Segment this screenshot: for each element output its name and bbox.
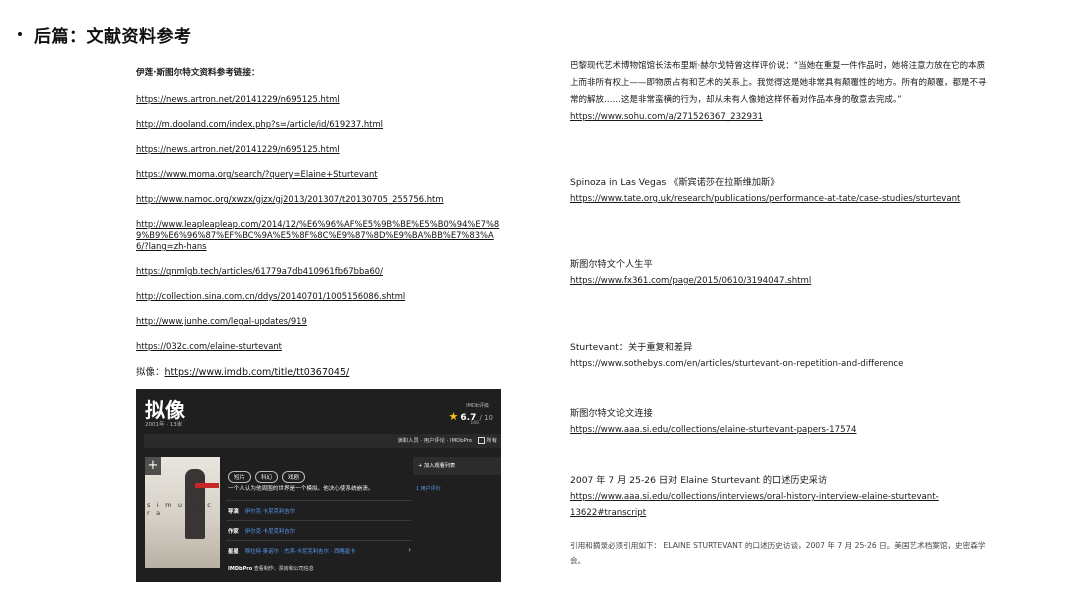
reference-link[interactable]: https://news.artron.net/20141229/n695125… (136, 144, 506, 155)
genre-chip[interactable]: 短片 (228, 471, 252, 483)
quote-text: 巴黎现代艺术博物馆馆长法布里斯·赫尔戈特曾这样评价说：“当她在重复一件作品时，她… (570, 61, 987, 105)
plot-summary: 一个人认为他周围的世界是一个模拟。他决心使系统崩溃。 (228, 486, 374, 492)
imdb-movie-title: 拟像 (145, 398, 185, 422)
watchlist-button[interactable]: + 加入观看列表 (413, 457, 501, 475)
papers-link[interactable]: https://www.aaa.si.edu/collections/elain… (570, 422, 990, 438)
imdb-rating-max: / 10 (479, 414, 494, 422)
imdb-reference: 拟像：https://www.imdb.com/title/tt0367045/ (136, 364, 506, 378)
chevron-right-icon[interactable]: › (408, 546, 411, 554)
citation-text: 引用和摘录必须引用如下： ELAINE STURTEVANT 的口述历史访谈，2… (570, 541, 986, 565)
star-icon: ★ (448, 410, 459, 423)
left-heading: 伊莲·斯图尔特文资料参考链接： (136, 68, 260, 78)
reference-link[interactable]: http://www.namoc.org/xwzx/gjzx/gj2013/20… (136, 194, 506, 205)
crew-row-director[interactable]: 导演 伊尔克·卡尼克利吉尔 (226, 500, 411, 515)
sothebys-block: Sturtevant：关于重复和差异 https://www.sothebys.… (570, 340, 990, 372)
add-icon[interactable]: + (145, 457, 161, 475)
page-title-text: 后篇：文献资料参考 (34, 27, 192, 47)
grid-icon (477, 437, 485, 444)
imdb-nav-links[interactable]: 演职人员 · 用户评论 · IMDbPro (398, 438, 472, 444)
reference-link[interactable]: https://news.artron.net/20141229/n695125… (136, 94, 506, 105)
crew-row-stars[interactable]: 星星 穆拉特·奥诺尔 · 杰滨·卡尼克利吉尔 · 西略星卡 › (226, 540, 411, 555)
genre-list: 短片 科幻 戏剧 (228, 464, 309, 483)
reference-link[interactable]: http://m.dooland.com/index.php?s=/articl… (136, 119, 506, 130)
imdb-rating-label: IMDb评级 (466, 403, 489, 409)
crew-names[interactable]: 伊尔克·卡尼克利吉尔 (245, 509, 295, 515)
crew-role: 导演 (228, 509, 239, 515)
user-reviews-link[interactable]: 1 用户评价 (416, 485, 441, 492)
crew-names[interactable]: 伊尔克·卡尼克利吉尔 (245, 529, 295, 535)
crew-role: 星星 (228, 549, 239, 555)
page-title: 后篇：文献资料参考 (18, 22, 192, 47)
reference-link[interactable]: https://032c.com/elaine-sturtevant (136, 341, 506, 352)
crew-names[interactable]: 穆拉特·奥诺尔 · 杰滨·卡尼克利吉尔 · 西略星卡 (245, 549, 356, 555)
reference-link[interactable]: https://www.moma.org/search/?query=Elain… (136, 169, 506, 180)
reference-link[interactable]: https://qnmlgb.tech/articles/61779a7db41… (136, 266, 506, 277)
imdb-screenshot: 拟像 2001年 · 13米 IMDb评级 ★ 6.7 / 10 166 演职人员… (136, 389, 501, 582)
bio-link[interactable]: https://www.fx361.com/page/2015/0610/319… (570, 273, 990, 289)
oral-history-block: 2007 年 7 月 25-26 日对 Elaine Sturtevant 的口… (570, 473, 990, 521)
imdb-navbar: 演职人员 · 用户评论 · IMDbPro 所有 (144, 434, 501, 448)
watchlist-label: 加入观看列表 (424, 463, 456, 469)
crew-role: 作家 (228, 529, 239, 535)
imdbpro-brand: IMDbPro (228, 566, 253, 572)
quote-link[interactable]: https://www.sohu.com/a/271526367_232931 (570, 109, 990, 125)
imdb-link[interactable]: https://www.imdb.com/title/tt0367045/ (165, 367, 350, 378)
imdb-nav-all[interactable]: 所有 (486, 438, 497, 444)
spinoza-title: Spinoza in Las Vegas 《斯宾诺莎在拉斯维加斯》 (570, 177, 780, 188)
genre-chip[interactable]: 科幻 (255, 471, 279, 483)
sothebys-link[interactable]: https://www.sothebys.com/en/articles/stu… (570, 356, 990, 372)
imdb-movie-meta: 2001年 · 13米 (145, 422, 183, 428)
reference-link[interactable]: http://collection.sina.com.cn/ddys/20140… (136, 291, 506, 302)
citation-block: 引用和摘录必须引用如下： ELAINE STURTEVANT 的口述历史访谈，2… (570, 538, 990, 568)
imdbpro-text: 查看制作、票房和公司信息 (253, 566, 314, 572)
crew-row-writer[interactable]: 作家 伊尔克·卡尼克利吉尔 (226, 520, 411, 535)
bullet-dot-icon (18, 32, 22, 36)
spinoza-block: Spinoza in Las Vegas 《斯宾诺莎在拉斯维加斯》 https:… (570, 175, 990, 207)
oral-history-link[interactable]: https://www.aaa.si.edu/collections/inter… (570, 489, 990, 521)
sothebys-title: Sturtevant：关于重复和差异 (570, 342, 693, 353)
spinoza-link[interactable]: https://www.tate.org.uk/research/publica… (570, 191, 990, 207)
movie-poster: s i m u l a c r a + (145, 457, 220, 568)
bio-block: 斯图尔特文个人生平 https://www.fx361.com/page/201… (570, 257, 990, 289)
left-column: 伊莲·斯图尔特文资料参考链接： https://news.artron.net/… (136, 66, 506, 378)
imdb-votes: 166 (470, 421, 479, 426)
reference-link[interactable]: http://www.junhe.com/legal-updates/919 (136, 316, 506, 327)
poster-word: s i m u l a c r a (147, 501, 214, 517)
papers-title: 斯图尔特文论文连接 (570, 408, 653, 419)
oral-history-title: 2007 年 7 月 25-26 日对 Elaine Sturtevant 的口… (570, 475, 828, 486)
plus-icon: + (418, 463, 423, 469)
papers-block: 斯图尔特文论文连接 https://www.aaa.si.edu/collect… (570, 406, 990, 438)
imdbpro-line[interactable]: IMDbPro 查看制作、票房和公司信息 (228, 565, 314, 572)
imdb-prefix: 拟像： (136, 367, 165, 378)
poster-red-band (195, 483, 219, 488)
reference-link[interactable]: http://www.leapleapleap.com/2014/12/%E6%… (136, 219, 506, 252)
genre-chip[interactable]: 戏剧 (282, 471, 306, 483)
bio-title: 斯图尔特文个人生平 (570, 259, 653, 270)
quote-block: 巴黎现代艺术博物馆馆长法布里斯·赫尔戈特曾这样评价说：“当她在重复一件作品时，她… (570, 58, 990, 125)
